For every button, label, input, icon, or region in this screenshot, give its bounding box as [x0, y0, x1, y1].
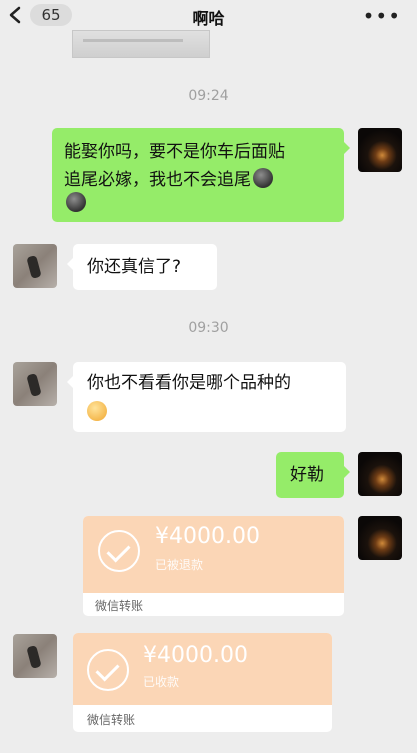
emoji-icon	[87, 401, 107, 421]
wechat-transfer-card[interactable]: ¥4000.00 已收款 微信转账	[73, 633, 332, 732]
my-avatar[interactable]	[358, 452, 402, 496]
contact-avatar[interactable]	[13, 362, 57, 406]
check-icon	[98, 530, 140, 572]
outgoing-message-bubble[interactable]: 好勒	[276, 452, 350, 498]
transfer-status: 已被退款	[155, 558, 204, 572]
check-icon	[87, 649, 129, 691]
wechat-transfer-card[interactable]: ¥4000.00 已被退款 微信转账	[83, 516, 344, 616]
my-avatar[interactable]	[358, 516, 402, 560]
top-bar: 65 啊哈 •••	[0, 0, 417, 30]
contact-avatar[interactable]	[13, 244, 57, 288]
transfer-amount: ¥4000.00	[143, 643, 248, 668]
transfer-status: 已收款	[143, 675, 180, 689]
emoji-icon	[253, 168, 273, 188]
timestamp: 09:24	[188, 88, 229, 104]
previous-image-thumbnail[interactable]	[72, 30, 210, 58]
my-avatar[interactable]	[358, 128, 402, 172]
contact-avatar[interactable]	[13, 634, 57, 678]
emoji-icon	[66, 192, 86, 212]
message-text: 你也不看看你是哪个品种的	[87, 373, 291, 393]
transfer-label: 微信转账	[87, 713, 136, 727]
timestamp: 09:30	[188, 320, 229, 336]
message-text: 能娶你吗，要不是你车后面贴	[64, 142, 285, 162]
incoming-message-bubble[interactable]: 你也不看看你是哪个品种的	[67, 362, 346, 432]
transfer-amount: ¥4000.00	[155, 524, 260, 549]
more-options-icon[interactable]: •••	[363, 4, 401, 28]
transfer-label: 微信转账	[95, 599, 144, 613]
chat-title: 啊哈	[192, 9, 225, 28]
message-text: 你还真信了?	[87, 257, 182, 277]
message-text: 好勒	[290, 465, 324, 485]
message-text: 追尾必嫁，我也不会追尾	[64, 166, 332, 194]
incoming-message-bubble[interactable]: 你还真信了?	[67, 244, 217, 290]
outgoing-message-bubble[interactable]: 能娶你吗，要不是你车后面贴 追尾必嫁，我也不会追尾	[52, 128, 350, 222]
